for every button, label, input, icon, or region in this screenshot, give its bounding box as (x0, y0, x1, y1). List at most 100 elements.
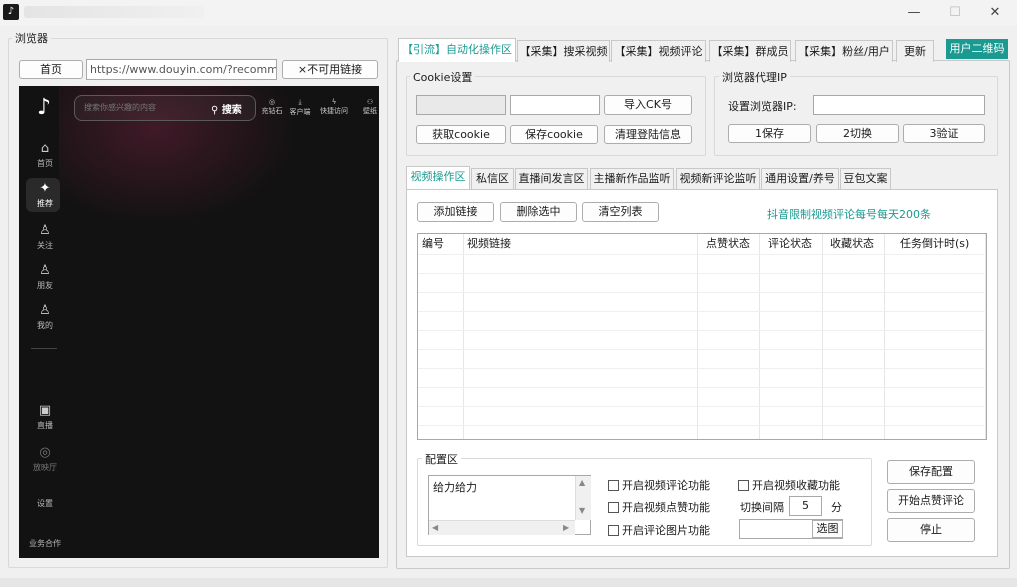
proxy-save-button[interactable]: 1保存 (728, 124, 811, 143)
clear-list-button[interactable]: 清空列表 (582, 202, 659, 222)
download-icon: ⤓ (298, 98, 302, 106)
subtab-live-chat[interactable]: 直播间发言区 (515, 168, 588, 189)
douyin-search-input[interactable]: 搜索你感兴趣的内容 (84, 102, 156, 113)
bolt-icon: ϟ (331, 98, 337, 106)
col-header-fav[interactable]: 收藏状态 (826, 234, 888, 254)
sidebar-divider (31, 348, 57, 349)
col-header-link[interactable]: 视频链接 (463, 234, 697, 254)
proxy-group-label: 浏览器代理IP (719, 69, 790, 85)
douyin-nav-recommend[interactable]: ✦ 推荐 (19, 182, 71, 209)
scroll-right-icon[interactable]: ▶ (563, 523, 569, 532)
douyin-logo-icon: ♪ (36, 95, 52, 120)
delete-selected-button[interactable]: 删除选中 (500, 202, 577, 222)
col-header-countdown[interactable]: 任务倒计时(s) (896, 234, 986, 254)
tab-collect-videos[interactable]: 【采集】搜采视频 (517, 40, 610, 62)
scroll-left-icon[interactable]: ◀ (432, 523, 438, 532)
douyin-nav-settings[interactable]: 设置 (19, 498, 71, 509)
tab-collect-fans[interactable]: 【采集】粉丝/用户 (795, 40, 893, 62)
enable-fav-checkbox[interactable]: 开启视频收藏功能 (738, 477, 840, 493)
douyin-sidebar: ♪ ⌂ 首页 ✦ 推荐 ♙ 关注 ♙ 朋友 ♙ 我的 ▣ 直播 ◎ 放映厅 设置 业务合作 (19, 86, 71, 558)
douyin-top-client[interactable]: ⤓ 客户端 (287, 98, 313, 117)
douyin-nav-live[interactable]: ▣ 直播 (19, 404, 71, 431)
profile-icon: ♙ (39, 303, 51, 318)
interval-unit: 分 (831, 501, 842, 514)
video-list-table[interactable]: 编号 视频链接 点赞状态 评论状态 收藏状态 任务倒计时(s) (417, 233, 987, 440)
choose-image-button[interactable]: 选图 (812, 520, 843, 538)
bottom-strip (0, 578, 1017, 587)
window-title-blurred (24, 6, 204, 18)
textarea-hscrollbar[interactable]: ◀ ▶ (429, 520, 575, 535)
minimize-button[interactable]: — (899, 3, 929, 23)
cookie-group (406, 76, 706, 156)
home-button[interactable]: 首页 (19, 60, 83, 79)
theater-icon: ◎ (39, 445, 51, 460)
comment-text-area[interactable]: 给力给力 ▲ ▼ ◀ ▶ (428, 475, 591, 535)
get-cookie-button[interactable]: 获取cookie (416, 125, 506, 144)
save-cookie-button[interactable]: 保存cookie (510, 125, 598, 144)
cookie-group-label: Cookie设置 (410, 69, 476, 85)
subtab-doubao[interactable]: 豆包文案 (840, 168, 891, 189)
proxy-switch-button[interactable]: 2切换 (816, 124, 899, 143)
douyin-nav-follow[interactable]: ♙ 关注 (19, 224, 71, 251)
start-like-comment-button[interactable]: 开始点赞评论 (887, 489, 975, 513)
title-bar: ♪ — ☐ ✕ (0, 0, 1017, 26)
enable-comment-checkbox[interactable]: 开启视频评论功能 (608, 477, 710, 493)
proxy-ip-field[interactable] (813, 95, 985, 115)
douyin-nav-home[interactable]: ⌂ 首页 (19, 142, 71, 169)
douyin-top-diamond[interactable]: ◎ 充钻石 (259, 98, 285, 116)
scroll-up-icon[interactable]: ▲ (579, 478, 585, 487)
comment-limit-note: 抖音限制视频评论每号每天200条 (767, 208, 931, 221)
user-icon: ♙ (39, 223, 51, 238)
tab-update[interactable]: 更新 (896, 40, 934, 62)
import-ck-button[interactable]: 导入CK号 (604, 95, 692, 115)
subtab-comment-monitor[interactable]: 视频新评论监听 (676, 168, 760, 189)
subtab-private-msg[interactable]: 私信区 (471, 168, 514, 189)
douyin-search-box[interactable]: 搜索你感兴趣的内容 ⚲ 搜索 (74, 95, 256, 121)
stop-button[interactable]: 停止 (887, 518, 975, 542)
close-button[interactable]: ✕ (980, 3, 1010, 23)
enable-image-checkbox[interactable]: 开启评论图片功能 (608, 522, 710, 538)
home-icon: ⌂ (40, 141, 50, 156)
douyin-nav-friends[interactable]: ♙ 朋友 (19, 264, 71, 291)
enable-like-checkbox[interactable]: 开启视频点赞功能 (608, 499, 710, 515)
douyin-nav-me[interactable]: ♙ 我的 (19, 304, 71, 331)
diamond-icon: ◎ (268, 98, 276, 106)
tab-collect-members[interactable]: 【采集】群成员 (709, 40, 791, 62)
col-header-id[interactable]: 编号 (418, 234, 463, 254)
douyin-webview[interactable]: ♪ ⌂ 首页 ✦ 推荐 ♙ 关注 ♙ 朋友 ♙ 我的 ▣ 直播 ◎ 放映厅 设置 业务合作 搜… (19, 86, 379, 558)
sparkle-icon: ✦ (39, 181, 51, 196)
douyin-search-button[interactable]: ⚲ 搜索 (211, 101, 242, 116)
ck-value-field[interactable] (510, 95, 600, 115)
ck-account-field[interactable] (416, 95, 506, 115)
clear-login-button[interactable]: 清理登陆信息 (604, 125, 692, 144)
subtab-video-ops[interactable]: 视频操作区 (406, 166, 470, 189)
maximize-button[interactable]: ☐ (940, 3, 970, 23)
tab-collect-comments[interactable]: 【采集】视频评论 (611, 40, 706, 62)
app-logo-icon: ♪ (3, 4, 19, 20)
col-header-like[interactable]: 点赞状态 (702, 234, 764, 254)
subtab-anchor-monitor[interactable]: 主播新作品监听 (590, 168, 674, 189)
douyin-nav-theater[interactable]: ◎ 放映厅 (19, 446, 71, 473)
config-group-label: 配置区 (422, 451, 461, 467)
proxy-verify-button[interactable]: 3验证 (903, 124, 985, 143)
save-config-button[interactable]: 保存配置 (887, 460, 975, 484)
douyin-top-wallpaper[interactable]: ⚇ 壁纸 (357, 98, 379, 116)
interval-field[interactable]: 5 (789, 496, 822, 516)
proxy-group (714, 76, 998, 156)
user-qr-button[interactable]: 用户二维码 (946, 39, 1008, 59)
add-link-button[interactable]: 添加链接 (417, 202, 494, 222)
browser-group-label: 浏览器 (12, 30, 51, 46)
proxy-ip-label: 设置浏览器IP: (728, 100, 797, 113)
wallpaper-icon: ⚇ (366, 98, 374, 106)
scroll-down-icon[interactable]: ▼ (579, 506, 585, 515)
tab-auto-ops[interactable]: 【引流】自动化操作区 (398, 38, 516, 62)
url-field[interactable]: https://www.douyin.com/?recommen (86, 59, 277, 80)
douyin-top-quick[interactable]: ϟ 快捷访问 (319, 98, 349, 116)
friends-icon: ♙ (39, 263, 51, 278)
col-header-comment[interactable]: 评论状态 (764, 234, 826, 254)
search-icon: ⚲ (211, 105, 219, 116)
douyin-nav-business[interactable]: 业务合作 (19, 538, 71, 549)
bad-link-button[interactable]: ×不可用链接 (282, 60, 378, 79)
textarea-vscrollbar[interactable]: ▲ ▼ (575, 476, 591, 520)
subtab-general-settings[interactable]: 通用设置/养号 (761, 168, 839, 189)
